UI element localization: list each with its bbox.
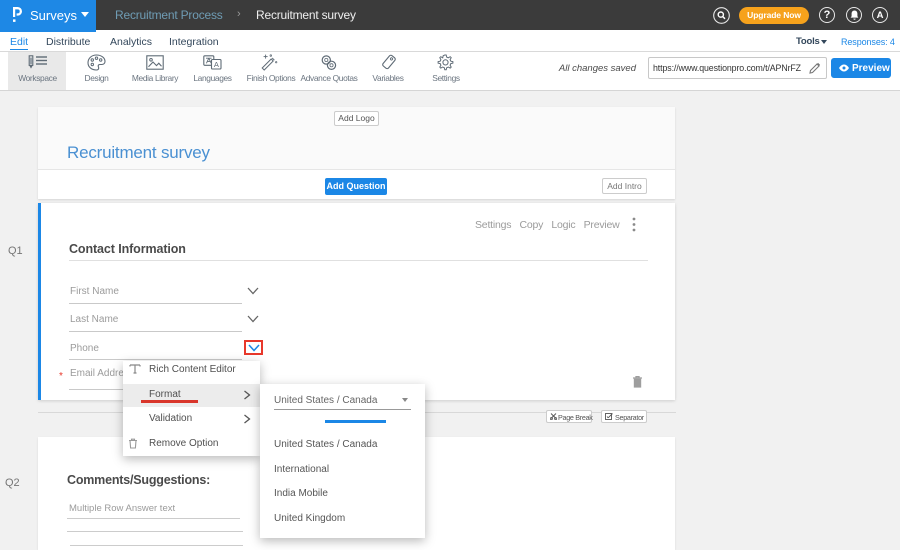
svg-text:A: A xyxy=(214,60,219,69)
